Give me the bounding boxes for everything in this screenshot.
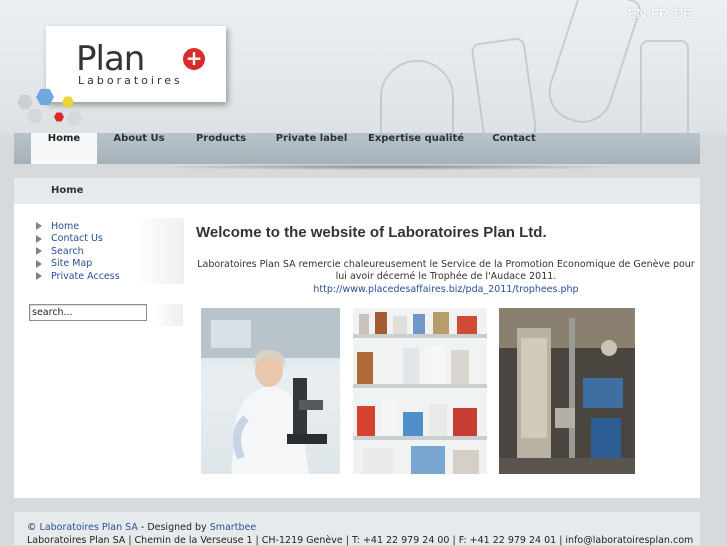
page-title: Welcome to the website of Laboratoires P… [196,224,547,241]
equipment-illustration [499,308,635,474]
logo-subtitle: Laboratoires [78,74,183,87]
nav-contact[interactable]: Contact [484,133,544,164]
breadcrumb-home: Home [51,185,84,196]
arrow-right-icon [36,247,42,256]
site-logo[interactable]: Plan + Laboratoires [46,26,226,102]
sidebar-item-label: Site Map [51,258,93,270]
lab-scientist-photo [201,308,340,474]
shelves-illustration [353,308,487,474]
main-content: Home Contact Us Search Site Map Private … [14,204,700,498]
sidebar-menu: Home Contact Us Search Site Map Private … [36,220,196,283]
scientist-illustration [201,308,340,474]
lang-fr-link[interactable]: FR [651,6,668,21]
glassware-decor [640,40,689,135]
main-nav: Home About Us Products Private label Exp… [14,133,700,164]
sidebar-item-search[interactable]: Search [36,245,196,258]
trophy-link[interactable]: http://www.placedesaffaires.biz/pda_2011… [196,284,696,295]
hexagon-decor-icon [54,112,64,122]
arrow-right-icon [36,234,42,243]
hexagon-decor-icon [66,110,82,126]
designer-link[interactable]: Smartbee [210,522,256,533]
sidebar-item-site-map[interactable]: Site Map [36,258,196,271]
nav-expertise-qualite[interactable]: Expertise qualité [366,133,466,164]
hexagon-decor-icon [27,108,43,124]
sidebar-item-label: Home [51,220,80,232]
footer-credits: © Laboratoires Plan SA - Designed by Sma… [27,522,256,533]
nav-home[interactable]: Home [31,133,97,164]
search-box [29,304,183,326]
swiss-cross-icon: + [183,48,205,70]
glassware-decor [380,60,454,135]
lang-de-link[interactable]: DE [674,6,692,21]
footer-address: Laboratoires Plan SA | Chemin de la Vers… [27,535,694,546]
pharmacy-shelves-photo [353,308,487,474]
breadcrumb: Home [14,178,700,204]
intro-text: Laboratoires Plan SA remercie chaleureus… [197,259,695,282]
nav-private-label[interactable]: Private label [274,133,349,164]
nav-shadow [150,164,630,170]
arrow-right-icon [36,272,42,281]
sidebar-item-home[interactable]: Home [36,220,196,233]
production-equipment-photo [499,308,635,474]
designed-by-text: - Designed by [140,522,207,533]
glassware-decor [470,36,540,135]
sidebar-item-label: Private Access [51,270,120,282]
footer: © Laboratoires Plan SA - Designed by Sma… [14,512,700,546]
sidebar-item-label: Search [51,245,84,257]
hexagon-decor-icon [17,94,33,110]
arrow-right-icon [36,222,42,231]
header-banner: Plan + Laboratoires EN FR DE [0,0,727,135]
sidebar-item-label: Contact Us [51,233,103,245]
sidebar-item-private-access[interactable]: Private Access [36,270,196,283]
nav-about-us[interactable]: About Us [104,133,174,164]
company-link[interactable]: Laboratoires Plan SA [40,522,138,533]
copyright-symbol: © [27,522,37,533]
logo-name: Plan [76,39,145,79]
nav-products[interactable]: Products [186,133,256,164]
lang-en-link[interactable]: EN [628,6,646,21]
search-input[interactable] [29,304,147,321]
sidebar-item-contact-us[interactable]: Contact Us [36,233,196,246]
arrow-right-icon [36,259,42,268]
